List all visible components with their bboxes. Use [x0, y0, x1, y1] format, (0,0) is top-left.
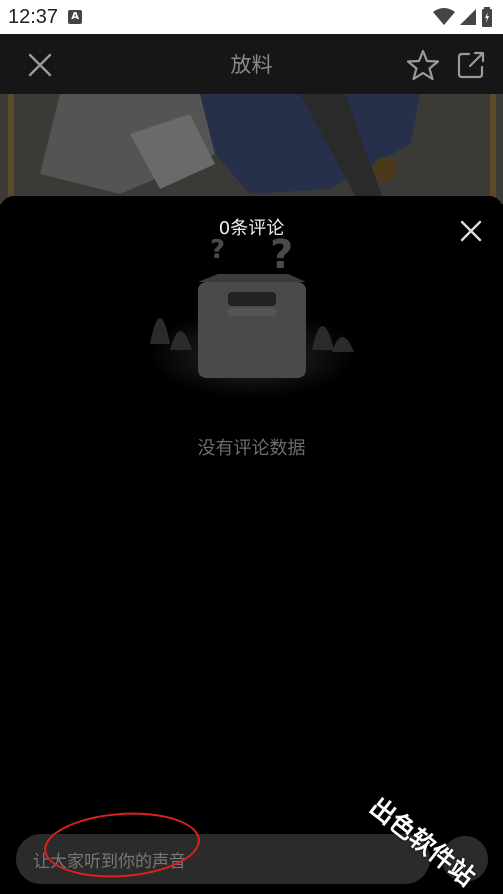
close-icon[interactable]	[26, 51, 54, 79]
svg-text:?: ?	[210, 235, 225, 265]
favorite-star-icon[interactable]	[406, 48, 440, 82]
status-bar: 12:37 A	[0, 0, 503, 34]
app-bar: 放料	[0, 34, 503, 94]
notification-a-icon: A	[68, 10, 83, 24]
cover-illustration	[0, 94, 503, 204]
status-time: 12:37	[8, 5, 59, 28]
status-right	[433, 7, 493, 27]
battery-icon	[482, 7, 492, 27]
wifi-icon	[433, 8, 455, 25]
share-icon[interactable]	[456, 50, 486, 80]
svg-text:?: ?	[270, 232, 293, 278]
empty-state-text: 没有评论数据	[197, 438, 306, 459]
page-title: 放料	[230, 53, 273, 77]
status-left: 12:37 A	[8, 5, 83, 29]
cover-artwork	[0, 94, 503, 204]
signal-icon	[460, 9, 476, 25]
